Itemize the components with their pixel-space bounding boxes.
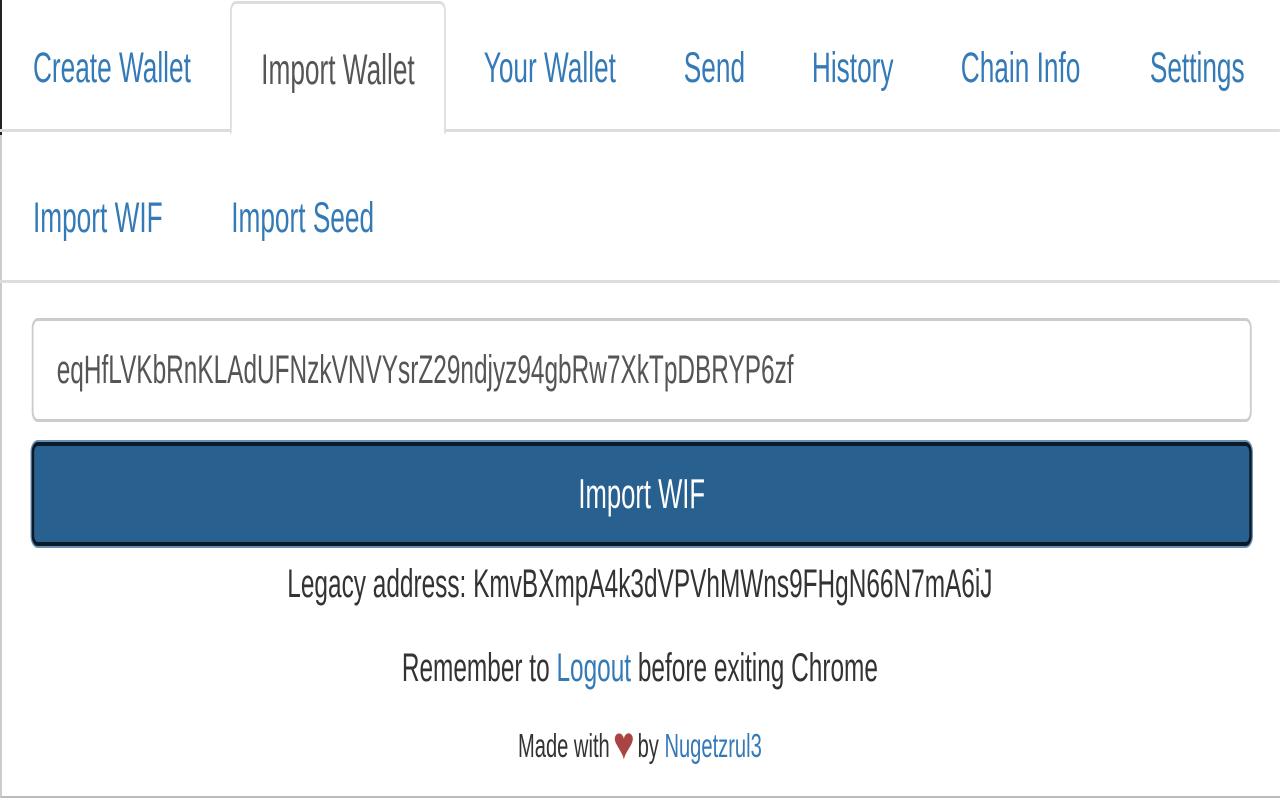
subtab-import-seed[interactable]: Import Seed bbox=[231, 178, 374, 258]
import-wif-button[interactable]: Import WIF bbox=[31, 442, 1252, 546]
reminder-text-after: before exiting Chrome bbox=[637, 646, 878, 690]
tab-chain-info[interactable]: Chain Info bbox=[961, 0, 1081, 132]
wif-input[interactable] bbox=[31, 318, 1252, 422]
credits: Made with ♥ by Nugetzrul3 bbox=[0, 718, 1280, 771]
tab-create-wallet[interactable]: Create Wallet bbox=[33, 0, 191, 132]
author-link[interactable]: Nugetzrul3 bbox=[664, 727, 761, 764]
subtab-import-wif[interactable]: Import WIF bbox=[33, 178, 163, 258]
wallet-popup: Create Wallet Import Wallet Your Wallet … bbox=[0, 0, 1280, 800]
logout-link[interactable]: Logout bbox=[556, 646, 631, 690]
tab-your-wallet[interactable]: Your Wallet bbox=[484, 0, 616, 132]
legacy-address-label: Legacy address: bbox=[287, 562, 467, 606]
logout-reminder: Remember to Logout before exiting Chrome bbox=[0, 640, 1280, 696]
divider bbox=[0, 280, 1280, 283]
tab-import-wallet[interactable]: Import Wallet bbox=[229, 1, 446, 135]
made-with-text: Made with bbox=[517, 727, 610, 764]
by-text: by bbox=[637, 727, 659, 764]
legacy-address: Legacy address: KmvBXmpA4k3dVPVhMWns9FHg… bbox=[0, 556, 1280, 612]
legacy-address-value: KmvBXmpA4k3dVPVhMWns9FHgN66N7mA6iJ bbox=[473, 562, 993, 606]
tab-settings[interactable]: Settings bbox=[1150, 0, 1245, 132]
heart-icon: ♥ bbox=[612, 717, 635, 769]
tab-history[interactable]: History bbox=[812, 0, 894, 132]
main-tabs: Create Wallet Import Wallet Your Wallet … bbox=[0, 0, 1280, 135]
tab-send[interactable]: Send bbox=[684, 0, 745, 132]
reminder-text-before: Remember to bbox=[401, 646, 550, 690]
